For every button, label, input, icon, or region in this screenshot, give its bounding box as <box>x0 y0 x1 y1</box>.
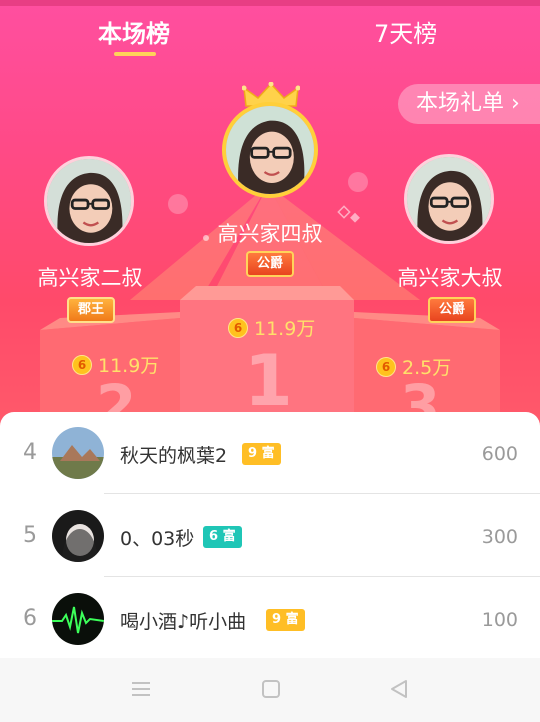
gift-list-button[interactable]: 本场礼单 › <box>398 84 540 124</box>
podium-number-first: 1 <box>244 340 293 422</box>
avatar[interactable] <box>52 427 104 479</box>
wealth-level-badge: 9 富 <box>266 609 305 631</box>
rank-number: 6 <box>23 606 37 631</box>
rank-number: 5 <box>23 523 37 548</box>
contribution-points: 300 <box>481 526 518 548</box>
third-place-name: 高兴家大叔 <box>397 266 503 290</box>
second-place-rank-badge: 郡王 <box>67 297 115 323</box>
list-item[interactable]: 4 秋天的枫葉2 9 富 600 <box>0 412 540 494</box>
avatar[interactable] <box>52 510 104 562</box>
leaderboard-hero: 本场榜 7天榜 本场礼单 › 高兴家四叔 公爵 高兴家二叔 郡王 高兴家大叔 公… <box>0 0 540 430</box>
coin-icon: 6 <box>72 354 92 375</box>
wealth-level-badge: 6 富 <box>203 526 242 548</box>
first-place-name: 高兴家四叔 <box>217 222 323 246</box>
first-place-score-value: 11.9万 <box>254 318 316 340</box>
second-place-name: 高兴家二叔 <box>37 266 143 290</box>
first-place-rank-badge: 公爵 <box>246 251 294 277</box>
wealth-level-badge: 9 富 <box>242 443 281 465</box>
home-square-icon[interactable] <box>260 678 282 700</box>
user-name: 秋天的枫葉2 <box>120 445 228 467</box>
active-tab-indicator <box>114 52 156 56</box>
avatar[interactable] <box>52 593 104 645</box>
list-item[interactable]: 6 喝小酒♪听小曲 9 富 100 <box>0 578 540 660</box>
list-item[interactable]: 5 0、03秒 6 富 300 <box>0 495 540 577</box>
contribution-points: 100 <box>481 609 518 631</box>
back-triangle-icon[interactable] <box>388 678 410 700</box>
avatar-first-place[interactable] <box>222 102 318 198</box>
rank-number: 4 <box>23 440 37 465</box>
first-place-score: 6 11.9万 <box>228 314 315 341</box>
menu-icon[interactable] <box>130 678 152 700</box>
contribution-points: 600 <box>481 443 518 465</box>
ranking-list: 4 秋天的枫葉2 9 富 600 5 0、03秒 6 富 300 6 喝小酒♪听… <box>0 412 540 658</box>
user-name: 喝小酒♪听小曲 <box>120 611 247 633</box>
coin-icon: 6 <box>228 317 248 338</box>
row-divider <box>104 576 540 577</box>
system-navigation-bar <box>0 658 540 722</box>
tab-seven-days[interactable]: 7天榜 <box>374 14 437 49</box>
tab-current-session[interactable]: 本场榜 <box>98 14 170 49</box>
row-divider <box>104 493 540 494</box>
third-place-rank-badge: 公爵 <box>428 297 476 323</box>
coin-icon: 6 <box>376 356 396 377</box>
avatar-third-place[interactable] <box>404 154 494 244</box>
user-name: 0、03秒 <box>120 528 195 550</box>
avatar-second-place[interactable] <box>44 156 134 246</box>
